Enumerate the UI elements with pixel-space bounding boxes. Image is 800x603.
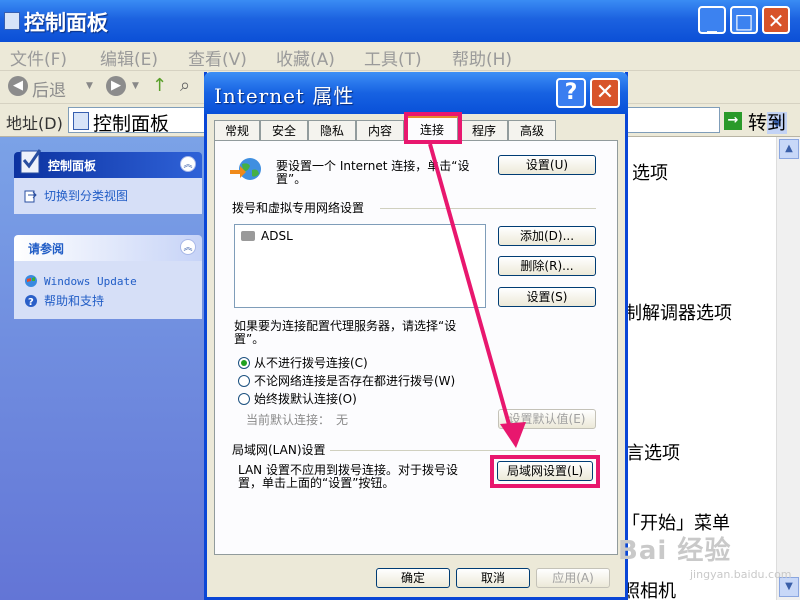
address-label: 地址(D) xyxy=(6,114,63,133)
collapse-chevron-icon[interactable]: ︽ xyxy=(180,156,196,172)
go-arrow-icon[interactable]: → xyxy=(724,112,742,130)
category-view-icon xyxy=(24,190,37,203)
cancel-button[interactable]: 取消 xyxy=(456,568,530,588)
dialup-settings-button[interactable]: 设置(S) xyxy=(498,287,596,307)
highlight-connections-tab xyxy=(404,112,462,144)
see-also-task-box: 请参阅 ︽ Windows Update ? 帮助和支持 xyxy=(14,235,202,319)
baidu-watermark: Bai 经验 xyxy=(618,536,732,566)
radio-never-dial[interactable] xyxy=(238,357,250,369)
task-pane: 控制面板 ︽ 切换到分类视图 请参阅 ︽ Windows Update ? 帮助… xyxy=(0,137,212,600)
content-item-options[interactable]: 选项 xyxy=(632,159,668,185)
see-also-task-body: Windows Update ? 帮助和支持 xyxy=(14,261,202,319)
ok-button[interactable]: 确定 xyxy=(376,568,450,588)
switch-to-category-view-label: 切换到分类视图 xyxy=(44,189,129,203)
group-divider xyxy=(330,450,596,451)
forward-arrow-icon[interactable]: ▶ xyxy=(106,76,126,96)
menu-view[interactable]: 查看(V) xyxy=(188,45,247,70)
address-value: 控制面板 xyxy=(93,113,170,135)
control-panel-small-icon xyxy=(73,112,89,130)
menu-favorites[interactable]: 收藏(A) xyxy=(276,45,335,70)
tab-privacy[interactable]: 隐私 xyxy=(308,120,356,140)
scroll-up-icon[interactable]: ▲ xyxy=(779,139,799,159)
help-and-support-label: 帮助和支持 xyxy=(44,294,105,308)
menu-tools[interactable]: 工具(T) xyxy=(364,45,422,70)
windows-update-icon xyxy=(25,275,37,287)
control-panel-task-title: 控制面板 xyxy=(48,159,97,173)
control-panel-icon xyxy=(4,12,20,30)
dialup-group-label: 拨号和虚拟专用网络设置 xyxy=(232,201,365,215)
add-button[interactable]: 添加(D)... xyxy=(498,226,596,246)
connections-list[interactable]: ADSL xyxy=(234,224,486,308)
see-also-title: 请参阅 xyxy=(28,242,65,256)
current-default-value: 无 xyxy=(336,413,349,427)
content-item-camera[interactable]: 照相机 xyxy=(622,577,676,603)
windows-update-label: Windows Update xyxy=(44,275,137,288)
radio-dial-whenever-label: 不论网络连接是否存在都进行拨号(W) xyxy=(254,374,456,388)
dialog-close-button[interactable]: ✕ xyxy=(590,78,620,108)
tab-general[interactable]: 常规 xyxy=(214,120,260,140)
radio-dial-whenever[interactable] xyxy=(238,375,250,387)
group-divider xyxy=(380,208,596,209)
lan-group-label: 局域网(LAN)设置 xyxy=(232,443,326,457)
up-folder-icon[interactable]: ↑ xyxy=(152,75,167,96)
setup-description-line2: 置”。 xyxy=(276,172,307,186)
tab-programs[interactable]: 程序 xyxy=(460,120,508,140)
content-item-language-options[interactable]: 言选项 xyxy=(626,439,680,465)
help-and-support-link[interactable]: ? 帮助和支持 xyxy=(22,291,194,311)
radio-never-dial-label: 从不进行拨号连接(C) xyxy=(254,356,368,370)
radio-always-dial-label: 始终拨默认连接(O) xyxy=(254,392,357,406)
collapse-chevron-icon[interactable]: ︽ xyxy=(180,239,196,255)
dialog-titlebar: Internet 属性 ? ✕ xyxy=(204,72,628,114)
current-default-label: 当前默认连接： xyxy=(246,413,331,427)
remove-button[interactable]: 删除(R)... xyxy=(498,256,596,276)
window-title: 控制面板 xyxy=(24,11,108,35)
connection-modem-icon xyxy=(241,231,255,241)
search-icon[interactable]: ⌕ xyxy=(180,75,190,96)
proxy-description-line1: 如果要为连接配置代理服务器，请选择“设 xyxy=(234,319,457,333)
see-also-task-header[interactable]: 请参阅 ︽ xyxy=(14,235,202,261)
vertical-scrollbar[interactable]: ▲ ▼ xyxy=(776,137,800,600)
menu-edit[interactable]: 编辑(E) xyxy=(100,45,158,70)
control-panel-task-box: 控制面板 ︽ 切换到分类视图 xyxy=(14,149,202,214)
highlight-lan-settings-button xyxy=(490,455,600,488)
windows-update-link[interactable]: Windows Update xyxy=(22,271,194,291)
control-panel-task-body: 切换到分类视图 xyxy=(14,178,202,214)
tab-advanced[interactable]: 高级 xyxy=(508,120,556,140)
minimize-button[interactable]: _ xyxy=(698,6,726,34)
help-icon: ? xyxy=(25,295,37,308)
dialog-title: Internet 属性 xyxy=(214,84,355,108)
lan-description-line2: 置，单击上面的“设置”按钮。 xyxy=(238,476,395,490)
maximize-button[interactable]: □ xyxy=(730,6,758,34)
menu-help[interactable]: 帮助(H) xyxy=(452,45,512,70)
back-button[interactable]: 后退 xyxy=(32,76,66,101)
close-button[interactable]: ✕ xyxy=(762,6,790,34)
svg-text:?: ? xyxy=(28,297,34,308)
proxy-description-line2: 置”。 xyxy=(234,332,265,346)
radio-always-dial[interactable] xyxy=(238,393,250,405)
back-arrow-icon[interactable]: ◀ xyxy=(8,76,28,96)
back-dropdown-icon[interactable]: ▼ xyxy=(86,81,93,91)
setup-button[interactable]: 设置(U) xyxy=(498,155,596,175)
control-panel-task-header[interactable]: 控制面板 ︽ xyxy=(14,149,202,178)
menu-bar: 文件(F) 编辑(E) 查看(V) 收藏(A) 工具(T) 帮助(H) xyxy=(0,42,800,104)
switch-to-category-view-link[interactable]: 切换到分类视图 xyxy=(22,186,194,206)
go-button[interactable]: 转到 xyxy=(748,108,786,135)
control-panel-big-icon xyxy=(20,149,42,174)
tab-security[interactable]: 安全 xyxy=(260,120,308,140)
tab-content[interactable]: 内容 xyxy=(356,120,404,140)
forward-dropdown-icon[interactable]: ▼ xyxy=(132,81,139,91)
set-default-button[interactable]: 设置默认值(E) xyxy=(498,409,596,429)
menu-file[interactable]: 文件(F) xyxy=(10,45,67,70)
content-item-modem-options[interactable]: 制解调器选项 xyxy=(624,299,732,325)
internet-globe-icon xyxy=(230,158,261,180)
dialog-help-button[interactable]: ? xyxy=(556,78,586,108)
baidu-watermark-url: jingyan.baidu.com xyxy=(690,568,792,581)
window-titlebar: 控制面板 _ □ ✕ xyxy=(0,0,800,42)
apply-button[interactable]: 应用(A) xyxy=(536,568,610,588)
connection-item-adsl[interactable]: ADSL xyxy=(261,229,293,243)
